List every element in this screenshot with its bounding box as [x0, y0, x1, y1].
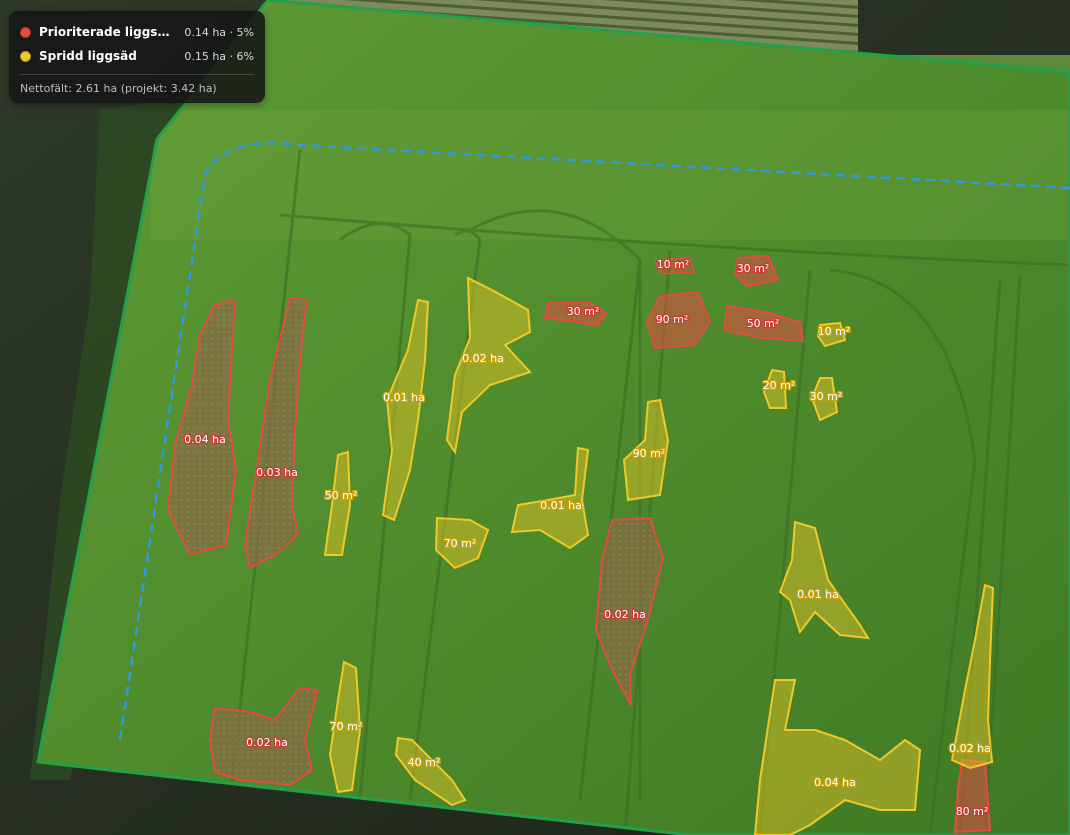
- aerial-field-map[interactable]: 0.04 ha 0.03 ha 30 m² 10 m² 90 m² 30 m² 50 m² 0…: [0, 0, 1070, 835]
- legend-item-spridd[interactable]: Spridd liggsäd 0.15 ha · 6%: [20, 44, 254, 68]
- legend-value: 0.14 ha · 5%: [184, 25, 254, 39]
- zone-label-spridd: 0.01 ha: [540, 499, 582, 512]
- zone-label-prioriterade: 0.02 ha: [246, 736, 288, 749]
- zone-label-spridd: 70 m²: [444, 537, 477, 550]
- zone-label-prioriterade: 50 m²: [747, 317, 780, 330]
- legend-value: 0.15 ha · 6%: [184, 49, 254, 63]
- zone-label-prioriterade: 0.04 ha: [184, 433, 226, 446]
- zone-label-spridd: 20 m²: [763, 379, 796, 392]
- legend-footer: Nettofält: 2.61 ha (projekt: 3.42 ha): [20, 82, 217, 95]
- zone-label-spridd: 0.02 ha: [462, 352, 504, 365]
- zone-label-spridd: 0.02 ha: [949, 742, 991, 755]
- zone-label-spridd: 0.01 ha: [797, 588, 839, 601]
- zone-label-prioriterade: 90 m²: [656, 313, 689, 326]
- zone-label-spridd: 90 m²: [633, 447, 666, 460]
- zone-label-spridd: 50 m²: [325, 489, 358, 502]
- zone-label-spridd: 0.04 ha: [814, 776, 856, 789]
- zone-label-spridd: 10 m²: [818, 325, 851, 338]
- zone-label-prioriterade: 80 m²: [956, 805, 989, 818]
- zone-label-prioriterade: 0.03 ha: [256, 466, 298, 479]
- legend-item-prioriterade[interactable]: Prioriterade liggsädso... 0.14 ha · 5%: [20, 20, 254, 44]
- yellow-dot-icon: [20, 50, 31, 62]
- zone-label-spridd: 0.01 ha: [383, 391, 425, 404]
- zone-polygon[interactable]: [953, 758, 992, 834]
- zone-label-spridd: 70 m²: [330, 720, 363, 733]
- zone-label-spridd: 30 m²: [810, 390, 843, 403]
- zone-label-prioriterade: 30 m²: [567, 305, 600, 318]
- zone-label-spridd: 40 m²: [408, 756, 441, 769]
- legend-label: Prioriterade liggsädso...: [39, 25, 176, 39]
- legend-divider: [20, 74, 254, 75]
- legend-panel: Prioriterade liggsädso... 0.14 ha · 5% S…: [9, 11, 265, 103]
- legend-label: Spridd liggsäd: [39, 49, 137, 63]
- zone-label-prioriterade: 10 m²: [657, 258, 690, 271]
- red-dot-icon: [20, 26, 31, 38]
- zone-label-prioriterade: 30 m²: [737, 262, 770, 275]
- zone-label-prioriterade: 0.02 ha: [604, 608, 646, 621]
